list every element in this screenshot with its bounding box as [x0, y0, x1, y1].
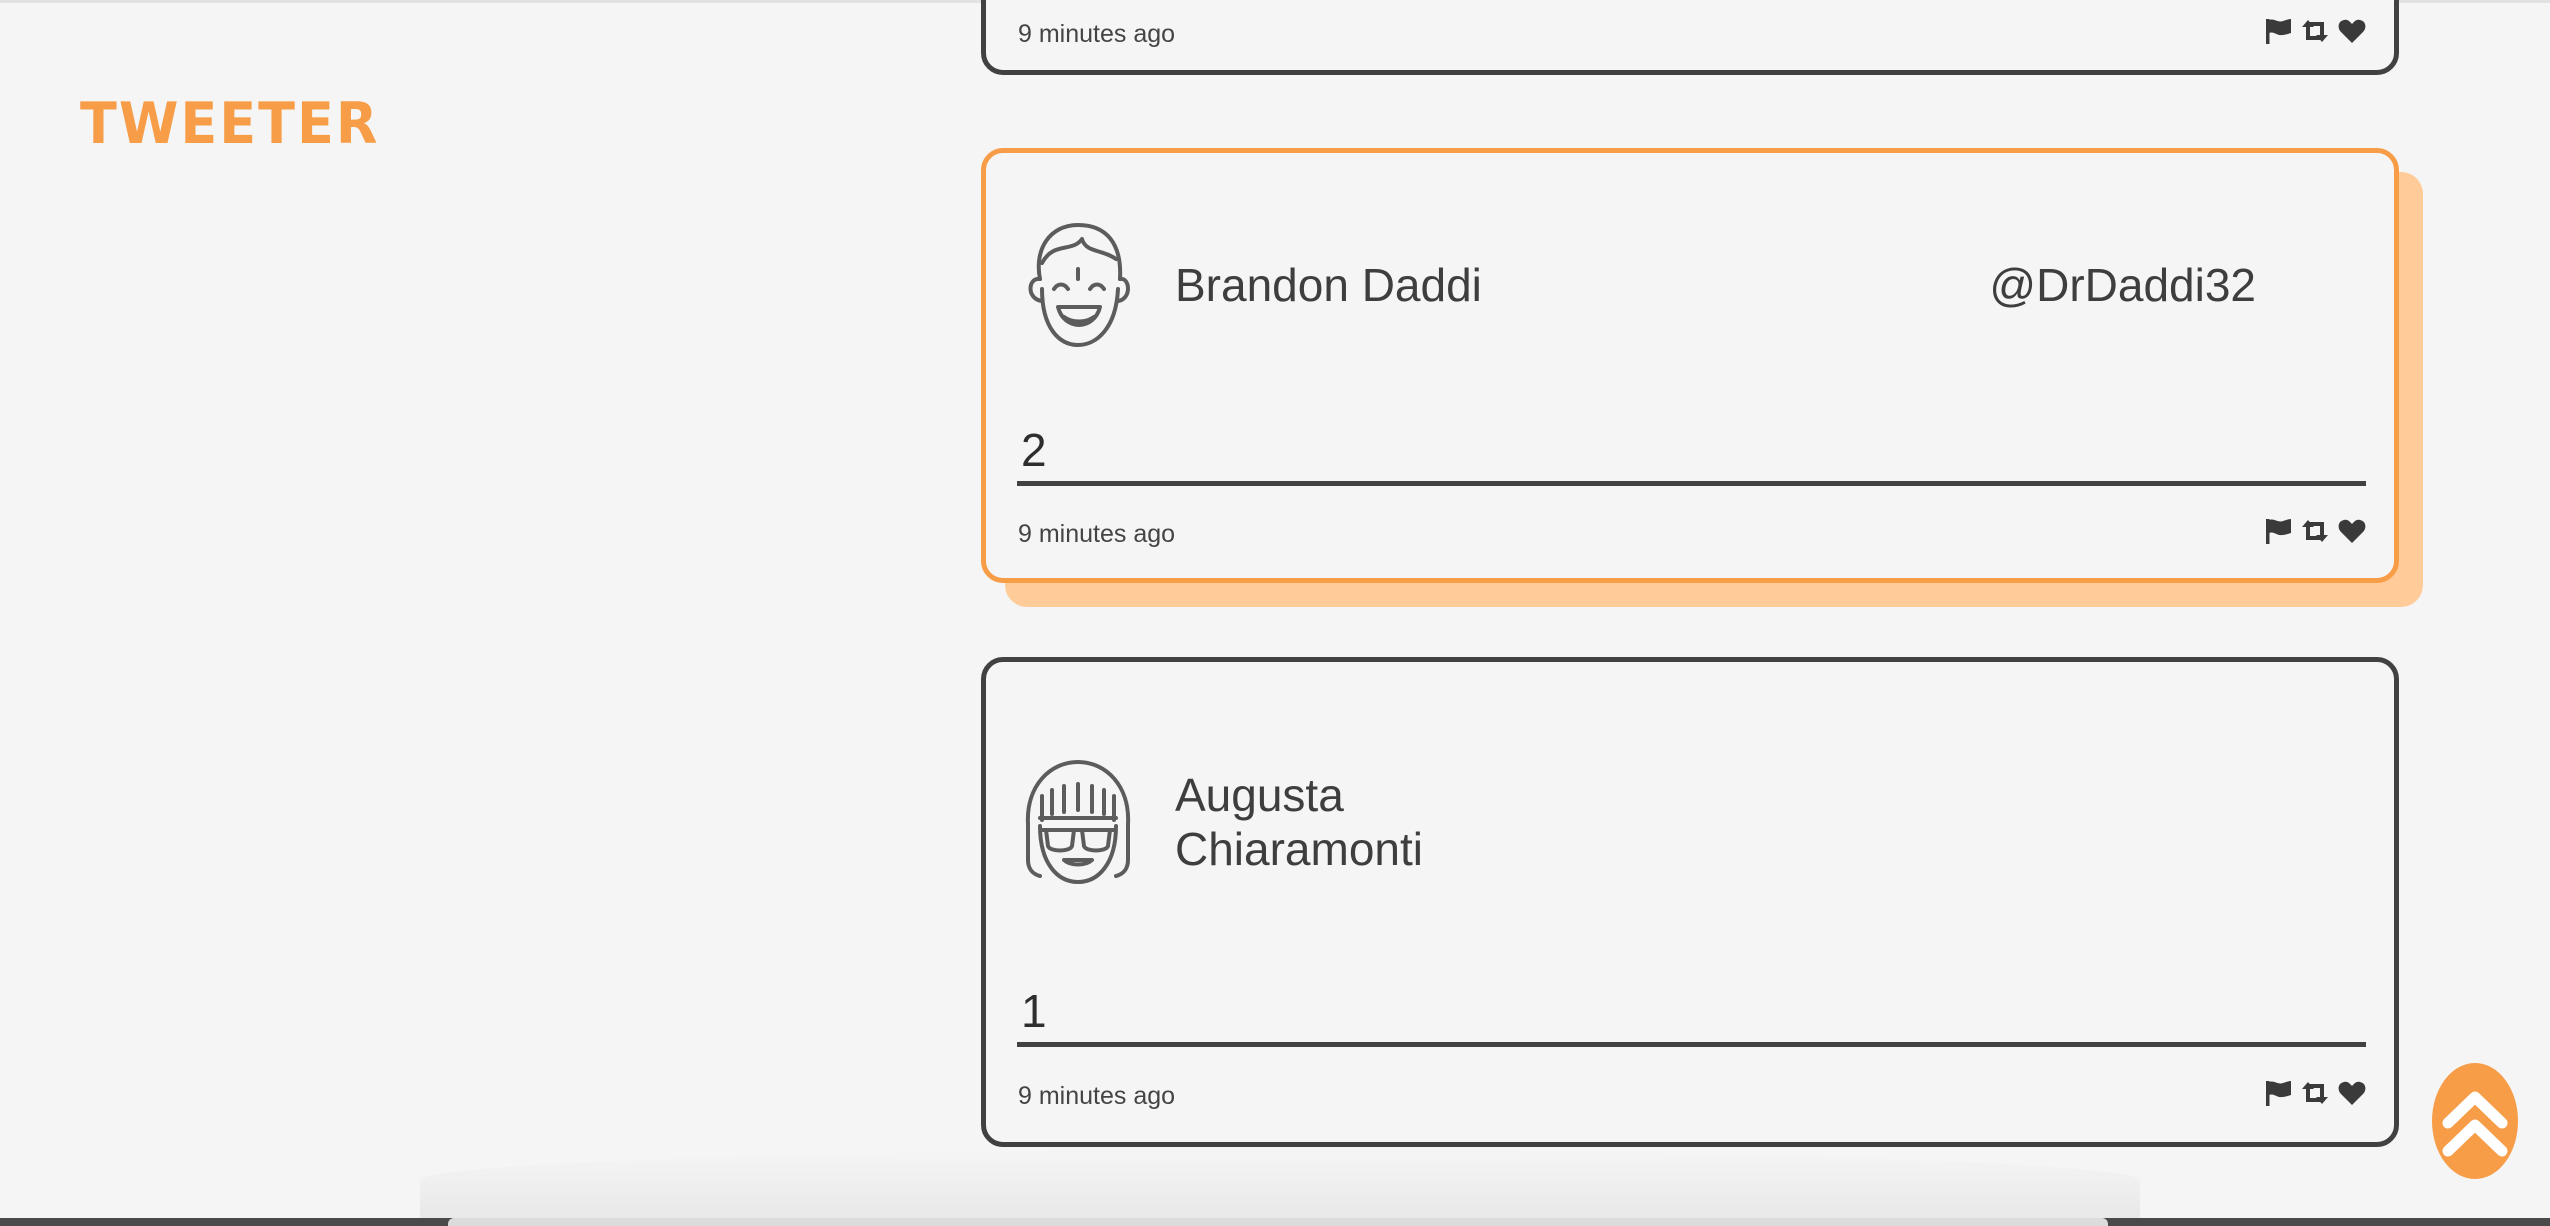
tweet-card: Augusta Chiaramonti 1 9 minutes ago [981, 657, 2399, 1147]
retweet-icon[interactable] [2298, 518, 2332, 544]
heart-icon[interactable] [2338, 518, 2366, 544]
double-chevron-up-icon [2442, 1091, 2508, 1157]
retweet-icon[interactable] [2298, 1080, 2332, 1106]
author-handle: @DrDaddi32 [1989, 259, 2256, 311]
heart-icon[interactable] [2338, 18, 2366, 44]
retweet-icon[interactable] [2298, 18, 2332, 44]
tweet-content: 1 [1021, 985, 1047, 1037]
author-name: Brandon Daddi [1175, 259, 1482, 311]
tweet-card: 9 minutes ago [981, 0, 2399, 75]
content-divider [1017, 481, 2366, 486]
tweet-card: Brandon Daddi @DrDaddi32 2 9 minutes ago [981, 148, 2399, 583]
bottom-shadow [420, 1150, 2140, 1226]
flag-icon[interactable] [2264, 18, 2292, 44]
scroll-to-top-button[interactable] [2432, 1063, 2518, 1179]
tweet-content: 2 [1021, 424, 1047, 476]
content-divider [1017, 1042, 2366, 1047]
tweet-timestamp: 9 minutes ago [1018, 1082, 1176, 1110]
tweet-timestamp: 9 minutes ago [1018, 20, 1176, 48]
tweet-actions [2264, 18, 2366, 44]
app-logo[interactable]: TWEETER [80, 90, 379, 156]
tweet-actions [2264, 1080, 2366, 1106]
heart-icon[interactable] [2338, 1080, 2366, 1106]
tweet-timestamp: 9 minutes ago [1018, 520, 1176, 548]
author-name: Augusta Chiaramonti [1175, 769, 1423, 875]
tweet-actions [2264, 518, 2366, 544]
user-avatar [1020, 219, 1136, 351]
flag-icon[interactable] [2264, 518, 2292, 544]
user-avatar [1020, 756, 1136, 888]
bottom-bar-highlight [448, 1218, 2108, 1226]
laughing-boy-avatar-icon [1028, 223, 1130, 347]
flag-icon[interactable] [2264, 1080, 2292, 1106]
girl-sunglasses-avatar-icon [1025, 760, 1131, 884]
